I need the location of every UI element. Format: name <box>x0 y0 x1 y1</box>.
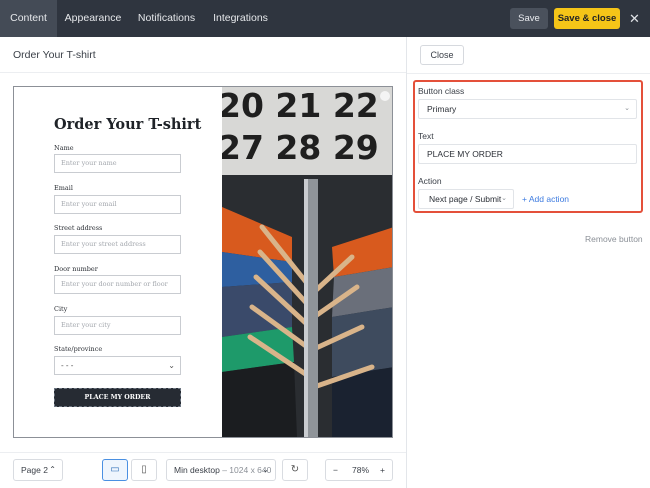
tshirt-photo: 20 21 22 23 27 28 29 30 <box>222 87 393 437</box>
door-number-field[interactable]: Enter your door number or floor <box>54 275 181 294</box>
calendar-numbers-row1: 20 21 22 23 <box>222 87 393 125</box>
close-panel-button[interactable]: Close <box>420 45 464 65</box>
chevron-down-icon: ⌄ <box>624 105 630 112</box>
tab-integrations[interactable]: Integrations <box>204 0 277 37</box>
button-class-label: Button class <box>418 86 465 96</box>
place-order-button[interactable]: PLACE MY ORDER <box>54 388 181 407</box>
form-preview-canvas: Order Your T-shirt Name Enter your name … <box>13 86 393 438</box>
mobile-view-icon[interactable]: ▯ <box>131 459 157 481</box>
tab-notifications[interactable]: Notifications <box>129 0 204 37</box>
action-select[interactable]: Next page / Submit ⌄ <box>418 189 514 209</box>
name-field[interactable]: Enter your name <box>54 154 181 173</box>
zoom-out-button[interactable]: − <box>333 460 338 480</box>
zoom-level: 78% <box>352 465 370 475</box>
city-field[interactable]: Enter your city <box>54 316 181 335</box>
text-label: Text <box>418 131 434 141</box>
divider <box>407 73 650 74</box>
zoom-in-button[interactable]: + <box>380 460 385 480</box>
page-title: Order Your T-shirt <box>13 49 96 61</box>
page-selector-label: Page 2 <box>21 465 48 475</box>
form-area: Order Your T-shirt Name Enter your name … <box>14 87 222 437</box>
rotate-icon[interactable]: ↻ <box>282 459 308 481</box>
email-field[interactable]: Enter your email <box>54 195 181 214</box>
zoom-control: − 78% + <box>325 459 393 481</box>
field-label-state: State/province <box>54 345 103 353</box>
field-label-city: City <box>54 305 68 313</box>
chevron-up-icon: ⌃ <box>49 465 56 474</box>
chevron-down-icon: ⌄ <box>168 361 175 370</box>
field-label-door: Door number <box>54 265 98 273</box>
button-class-value: Primary <box>427 104 457 114</box>
form-title: Order Your T-shirt <box>54 116 202 133</box>
device-size-label: Min desktop <box>174 465 220 475</box>
close-icon[interactable]: ✕ <box>627 10 642 27</box>
chevron-down-icon: ⌄ <box>262 465 269 474</box>
chevron-down-icon: ⌄ <box>501 195 507 202</box>
action-label: Action <box>418 176 442 186</box>
device-size-selector[interactable]: Min desktop – 1024 x 640 ⌄ <box>166 459 276 481</box>
action-value: Next page / Submit <box>429 194 502 204</box>
street-address-field[interactable]: Enter your street address <box>54 235 181 254</box>
save-button[interactable]: Save <box>510 8 548 29</box>
tab-appearance[interactable]: Appearance <box>57 0 129 37</box>
state-select-value: - - - <box>61 361 74 370</box>
remove-button[interactable]: Remove button <box>585 234 643 244</box>
button-class-select[interactable]: Primary ⌄ <box>418 99 637 119</box>
field-label-email: Email <box>54 184 73 192</box>
divider <box>0 72 406 73</box>
tshirt-hangers-image: 20 21 22 23 27 28 29 30 <box>222 87 393 437</box>
field-label-name: Name <box>54 144 74 152</box>
add-action-link[interactable]: + Add action <box>522 194 569 204</box>
tab-content[interactable]: Content <box>0 0 57 37</box>
divider <box>0 452 406 453</box>
state-select[interactable]: - - - ⌄ <box>54 356 181 375</box>
desktop-view-icon[interactable]: ▭ <box>102 459 128 481</box>
top-bar: Content Appearance Notifications Integra… <box>0 0 650 37</box>
calendar-numbers-row2: 27 28 29 30 <box>222 128 393 167</box>
page-selector[interactable]: Page 2 ⌃ <box>13 459 63 481</box>
field-label-street: Street address <box>54 224 103 232</box>
button-text-input[interactable]: PLACE MY ORDER <box>418 144 637 164</box>
save-and-close-button[interactable]: Save & close <box>554 8 620 29</box>
